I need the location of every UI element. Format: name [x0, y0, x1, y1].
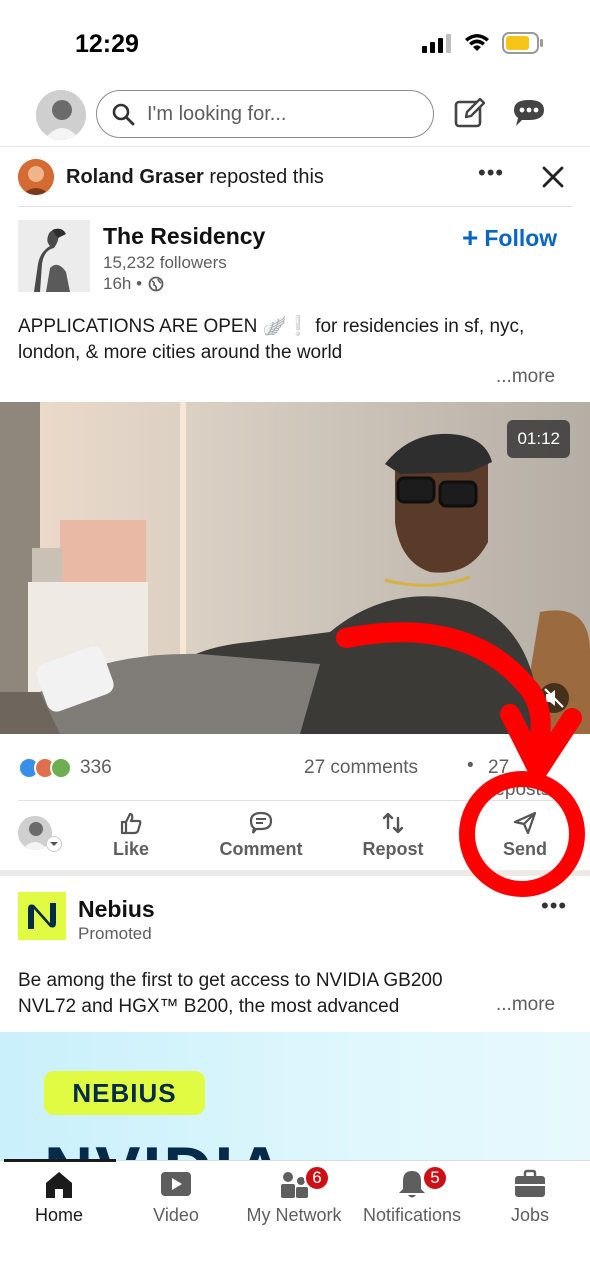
promoted-author[interactable]: Nebius	[78, 896, 155, 923]
profile-avatar[interactable]	[36, 90, 86, 140]
bottom-navigation: Home Video My Network 6 Notifications 5	[0, 1159, 590, 1278]
more-options-icon[interactable]: •••	[478, 160, 504, 186]
send-label: Send	[502, 839, 547, 859]
nav-video[interactable]: Video	[146, 1169, 206, 1226]
close-icon[interactable]	[540, 158, 566, 194]
thumbs-up-icon	[120, 812, 142, 835]
reposts-count[interactable]: 27 reposts	[488, 757, 572, 801]
nav-home-label: Home	[34, 1205, 83, 1225]
divider	[18, 800, 572, 801]
video-duration: 01:12	[507, 420, 570, 458]
nav-video-label: Video	[153, 1205, 199, 1225]
repost-header: Roland Graser reposted this •••	[18, 158, 572, 196]
divider	[18, 206, 572, 207]
status-icons	[422, 32, 544, 54]
cellular-signal-icon	[422, 34, 451, 53]
support-reaction-icon	[50, 757, 72, 779]
reposter-name[interactable]: Roland Graser	[66, 166, 204, 188]
nav-my-network[interactable]: My Network 6	[240, 1165, 348, 1226]
compose-icon[interactable]	[452, 96, 488, 132]
promoted-image[interactable]: NEBIUS NVIDIA	[0, 1032, 590, 1162]
social-counts: 336 27 comments • 27 reposts	[18, 752, 572, 800]
notifications-badge: 5	[422, 1165, 448, 1191]
feed-separator	[0, 870, 590, 876]
search-bar[interactable]: I'm looking for...	[96, 90, 434, 138]
send-icon	[513, 811, 537, 835]
nav-notifications-label: Notifications	[362, 1205, 462, 1225]
see-more-link[interactable]: ...more	[496, 366, 555, 388]
comment-icon	[249, 811, 273, 834]
repost-button[interactable]: Repost	[360, 810, 426, 860]
globe-icon	[148, 276, 164, 292]
post-time-text: 16h •	[103, 274, 143, 293]
reposter-avatar[interactable]	[18, 159, 54, 195]
like-label: Like	[112, 839, 150, 859]
reaction-count[interactable]: 336	[80, 757, 112, 779]
nav-notifications[interactable]: Notifications 5	[356, 1165, 468, 1226]
reaction-icons[interactable]	[18, 757, 72, 779]
briefcase-icon	[515, 1169, 545, 1197]
nav-network-label: My Network	[246, 1205, 342, 1225]
promoted-headline: NVIDIA	[44, 1132, 286, 1162]
follower-count: 15,232 followers	[103, 253, 227, 272]
company-logo[interactable]	[18, 220, 90, 292]
nav-jobs[interactable]: Jobs	[506, 1169, 554, 1226]
chevron-down-icon[interactable]	[46, 836, 62, 852]
more-options-icon[interactable]: •••	[541, 893, 567, 919]
video-icon	[161, 1172, 191, 1196]
comment-button[interactable]: Comment	[218, 810, 304, 860]
comments-count[interactable]: 27 comments	[304, 757, 418, 779]
messaging-icon[interactable]	[510, 96, 548, 130]
search-icon	[112, 103, 135, 126]
network-badge: 6	[304, 1165, 330, 1191]
promoted-text: Be among the first to get access to NVID…	[18, 970, 443, 1017]
like-button[interactable]: Like	[106, 810, 156, 860]
mute-icon[interactable]	[538, 682, 570, 714]
search-placeholder: I'm looking for...	[147, 102, 287, 125]
repost-icon	[382, 812, 404, 834]
video-frame	[0, 402, 590, 734]
see-more-link[interactable]: ...more	[496, 994, 555, 1016]
count-separator: •	[467, 755, 474, 776]
repost-action: reposted this	[209, 165, 324, 188]
promoted-label: Promoted	[78, 924, 152, 943]
comment-label: Comment	[219, 839, 303, 859]
post-author[interactable]: The Residency	[103, 223, 265, 250]
wifi-icon	[465, 34, 489, 51]
follow-button[interactable]: + Follow	[462, 224, 557, 252]
home-icon	[46, 1172, 72, 1198]
post-video[interactable]: 01:12	[0, 402, 590, 734]
follow-label: Follow	[484, 224, 558, 251]
nebius-logo[interactable]	[18, 892, 66, 940]
plus-icon: +	[462, 222, 479, 253]
nav-home[interactable]: Home	[30, 1169, 88, 1226]
battery-icon	[502, 32, 543, 54]
repost-label: Repost	[362, 839, 424, 859]
top-header: I'm looking for...	[0, 88, 590, 146]
nebius-badge: NEBIUS	[44, 1071, 205, 1115]
status-time: 12:29	[75, 30, 139, 58]
post-time: 16h •	[103, 274, 164, 294]
post-action-bar: Like Comment Repost Send	[0, 806, 590, 866]
active-tab-indicator	[4, 1159, 116, 1162]
header-divider	[0, 146, 590, 147]
status-bar: 12:29	[0, 0, 590, 88]
repost-text: Roland Graser reposted this	[66, 166, 324, 189]
nav-jobs-label: Jobs	[510, 1205, 550, 1225]
post-text: APPLICATIONS ARE OPEN 🪽❕ for residencies…	[18, 316, 525, 363]
send-button[interactable]: Send	[500, 810, 550, 860]
